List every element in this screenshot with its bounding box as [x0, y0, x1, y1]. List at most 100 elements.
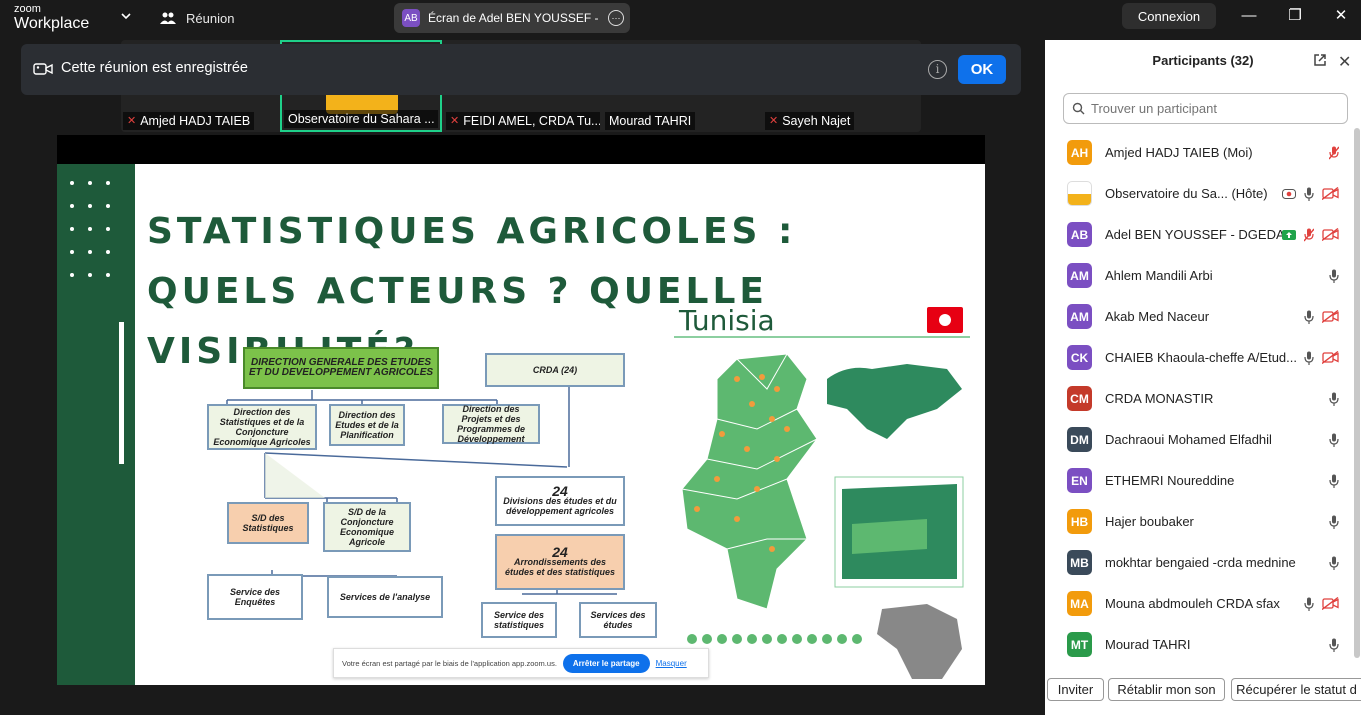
- participants-panel: Participants (32) ✕ AHAmjed HADJ TAIEB (…: [1045, 40, 1361, 715]
- org-dir-stats: Direction des Statistiques et de la Conj…: [207, 404, 317, 450]
- participant-row[interactable]: DM Dachraoui Mohamed Elfadhil: [1045, 419, 1353, 460]
- thumbnail-label: Amjed HADJ TAIEB: [140, 114, 251, 128]
- invite-button[interactable]: Inviter: [1047, 678, 1104, 701]
- participant-status: [1329, 392, 1339, 406]
- divisions-count: 24: [552, 483, 568, 499]
- thumbnail-name: ✕ FEIDI AMEL, CRDA Tu...: [446, 112, 600, 130]
- close-icon[interactable]: ✕: [1338, 52, 1351, 72]
- participant-row[interactable]: AH Amjed HADJ TAIEB (Moi): [1045, 132, 1353, 173]
- mic-icon[interactable]: [1329, 638, 1339, 652]
- video-off-icon[interactable]: [1322, 187, 1339, 200]
- participant-row[interactable]: EN ETHEMRI Noureddine: [1045, 460, 1353, 501]
- org-arrondissements: 24 Arrondissements des études et des sta…: [495, 534, 625, 590]
- mic-icon[interactable]: [1329, 556, 1339, 570]
- participant-row[interactable]: Observatoire du Sa... (Hôte): [1045, 173, 1353, 214]
- thumbnail-name: Observatoire du Sahara ...: [284, 110, 438, 128]
- popout-icon[interactable]: [1313, 53, 1327, 67]
- avatar: EN: [1067, 468, 1092, 493]
- participant-status: [1329, 146, 1339, 160]
- participant-row[interactable]: CM CRDA MONASTIR: [1045, 378, 1353, 419]
- mic-off-icon: ✕: [127, 115, 137, 127]
- participant-name: Akab Med Naceur: [1105, 309, 1210, 324]
- share-notice: Votre écran est partagé par le biais de …: [333, 648, 709, 678]
- video-off-icon[interactable]: [1322, 310, 1339, 323]
- participant-row[interactable]: AM Akab Med Naceur: [1045, 296, 1353, 337]
- org-dir-projets: Direction des Projets et des Programmes …: [442, 404, 540, 444]
- participant-row[interactable]: MB mokhtar bengaied -crda mednine: [1045, 542, 1353, 583]
- meeting-menu[interactable]: Réunion: [160, 9, 234, 27]
- org-serv-enquetes: Service des Enquêtes: [207, 574, 303, 620]
- org-dir-etudes: Direction des Etudes et de la Planificat…: [329, 404, 405, 446]
- thumbnail-label: Observatoire du Sahara ...: [288, 112, 435, 126]
- org-sd-stats: S/D des Statistiques: [227, 502, 309, 544]
- participant-row[interactable]: MT Mourad TAHRI: [1045, 624, 1353, 665]
- participant-name: CRDA MONASTIR: [1105, 391, 1214, 406]
- record-icon: [1282, 188, 1296, 199]
- mic-icon[interactable]: [1329, 433, 1339, 447]
- mic-muted-icon[interactable]: [1304, 228, 1314, 242]
- stop-share-button[interactable]: Arrêter le partage: [562, 653, 650, 673]
- thumbnail-name: ✕ Amjed HADJ TAIEB: [123, 112, 255, 130]
- mic-icon[interactable]: [1304, 351, 1314, 365]
- recover-status-button[interactable]: Récupérer le statut d: [1231, 678, 1361, 701]
- ok-button[interactable]: OK: [958, 55, 1006, 84]
- mic-icon[interactable]: [1329, 392, 1339, 406]
- mic-icon[interactable]: [1304, 597, 1314, 611]
- restore-audio-button[interactable]: Rétablir mon son: [1108, 678, 1225, 701]
- country-label: Tunisia: [679, 304, 775, 337]
- participant-row[interactable]: MA Mouna abdmouleh CRDA sfax: [1045, 583, 1353, 624]
- thumbnail-name: ✕ Sayeh Najet: [765, 112, 855, 130]
- mic-icon[interactable]: [1329, 474, 1339, 488]
- participant-status: [1329, 515, 1339, 529]
- video-off-icon[interactable]: [1322, 597, 1339, 610]
- video-off-icon[interactable]: [1322, 351, 1339, 364]
- participant-status: [1282, 228, 1339, 242]
- title-bar: zoom Workplace Réunion AB Écran de Adel …: [0, 0, 1361, 36]
- participant-status: [1282, 187, 1339, 201]
- connexion-button[interactable]: Connexion: [1122, 3, 1216, 29]
- scrollbar[interactable]: [1354, 128, 1360, 658]
- search-input[interactable]: [1091, 101, 1331, 116]
- restore-icon[interactable]: ❐: [1284, 6, 1306, 26]
- search-icon: [1072, 102, 1085, 115]
- org-direction-generale: DIRECTION GENERALE DES ETUDES ET DU DEVE…: [243, 347, 439, 389]
- org-serv-etudes: Services des études: [579, 602, 657, 638]
- hide-link[interactable]: Masquer: [656, 659, 687, 668]
- chevron-down-icon[interactable]: [120, 10, 132, 22]
- participant-row[interactable]: CK CHAIEB Khaoula-cheffe A/Etud...: [1045, 337, 1353, 378]
- minimize-icon[interactable]: —: [1238, 6, 1260, 26]
- presentation-slide: STATISTIQUES AGRICOLES : QUELS ACTEURS ?…: [57, 164, 985, 685]
- mic-icon[interactable]: [1304, 187, 1314, 201]
- avatar: AB: [402, 9, 420, 27]
- arrondissements-label: Arrondissements des études et des statis…: [504, 557, 616, 577]
- more-icon[interactable]: ···: [608, 10, 624, 26]
- meeting-label: Réunion: [186, 10, 235, 26]
- org-crda: CRDA (24): [485, 353, 625, 387]
- tunisia-flag-icon: [927, 307, 963, 333]
- participant-name: Hajer boubaker: [1105, 514, 1194, 529]
- participant-name: Mouna abdmouleh CRDA sfax: [1105, 596, 1280, 611]
- arrondissements-count: 24: [552, 544, 568, 560]
- avatar: MA: [1067, 591, 1092, 616]
- slide-side-band: [57, 164, 135, 685]
- mic-icon[interactable]: [1329, 269, 1339, 283]
- participant-row[interactable]: AM Ahlem Mandili Arbi: [1045, 255, 1353, 296]
- participant-search[interactable]: [1063, 93, 1348, 124]
- recording-text: Cette réunion est enregistrée: [61, 60, 248, 76]
- close-window-icon[interactable]: ✕: [1330, 6, 1352, 26]
- country-underline: [674, 336, 970, 338]
- avatar: DM: [1067, 427, 1092, 452]
- video-off-icon[interactable]: [1322, 228, 1339, 241]
- participant-name: Mourad TAHRI: [1105, 637, 1191, 652]
- participant-name: Ahlem Mandili Arbi: [1105, 268, 1213, 283]
- participant-status: [1304, 310, 1339, 324]
- org-sd-conj: S/D de la Conjoncture Economique Agricol…: [323, 502, 411, 552]
- participant-row[interactable]: HB Hajer boubaker: [1045, 501, 1353, 542]
- avatar: AM: [1067, 304, 1092, 329]
- info-icon[interactable]: i: [928, 60, 947, 79]
- mic-icon[interactable]: [1329, 515, 1339, 529]
- share-tab[interactable]: AB Écran de Adel BEN YOUSSEF - DGEDA ···: [394, 3, 630, 33]
- mic-icon[interactable]: [1304, 310, 1314, 324]
- mic-muted-icon[interactable]: [1329, 146, 1339, 160]
- participant-row[interactable]: AB Adel BEN YOUSSEF - DGEDA: [1045, 214, 1353, 255]
